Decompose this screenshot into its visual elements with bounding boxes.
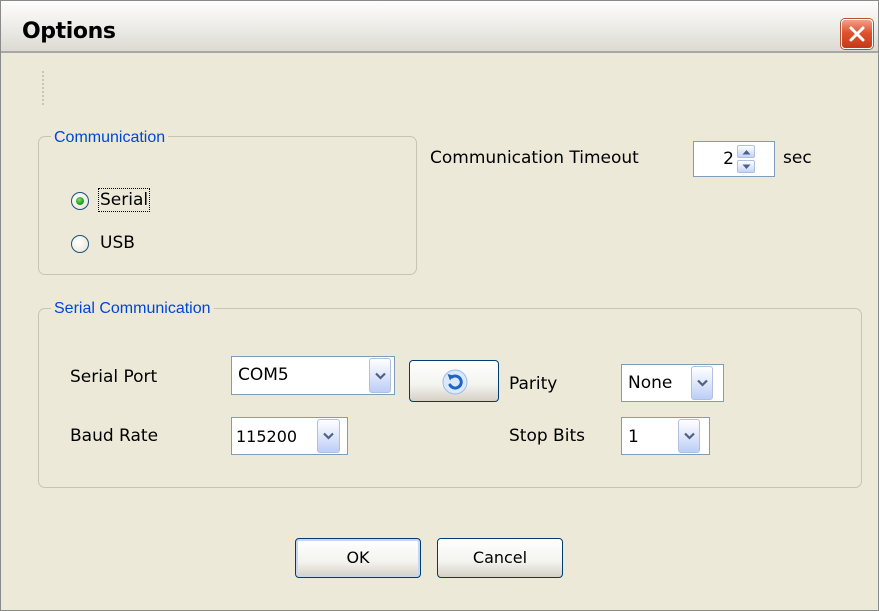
close-icon	[849, 26, 865, 42]
ok-button[interactable]: OK	[295, 538, 421, 578]
serial-port-label: Serial Port	[70, 367, 158, 387]
parity-label: Parity	[509, 374, 558, 394]
baud-rate-dropdown[interactable]: 115200	[231, 417, 348, 455]
timeout-spinner[interactable]: 2	[693, 141, 775, 177]
serial-radio-label[interactable]: Serial	[97, 188, 151, 212]
parity-dropdown-button[interactable]	[691, 366, 713, 400]
chevron-down-icon	[697, 379, 708, 387]
timeout-value[interactable]: 2	[700, 149, 734, 169]
spinner-buttons	[737, 145, 755, 173]
dialog-title: Options	[22, 19, 116, 44]
title-bar[interactable]: Options	[1, 1, 878, 53]
radio-selected-dot	[76, 197, 84, 205]
close-button[interactable]	[841, 19, 873, 49]
baud-rate-value: 115200	[236, 427, 298, 446]
chevron-down-icon	[375, 372, 386, 380]
stop-bits-dropdown[interactable]: 1	[621, 417, 710, 455]
timeout-label: Communication Timeout	[430, 148, 639, 168]
communication-group	[38, 136, 417, 275]
arrow-up-icon	[742, 150, 751, 155]
stop-bits-label: Stop Bits	[509, 426, 585, 446]
serial-port-dropdown-button[interactable]	[369, 358, 391, 393]
usb-radio[interactable]	[71, 235, 89, 253]
cancel-button[interactable]: Cancel	[437, 538, 563, 578]
refresh-ports-button[interactable]	[409, 360, 499, 402]
serial-communication-group-title: Serial Communication	[51, 300, 214, 318]
stop-bits-value: 1	[628, 427, 639, 447]
arrow-down-icon	[742, 164, 751, 169]
refresh-icon	[442, 369, 468, 395]
communication-group-title: Communication	[51, 129, 169, 147]
serial-port-dropdown[interactable]: COM5	[231, 356, 395, 395]
parity-dropdown[interactable]: None	[621, 364, 724, 402]
stop-bits-dropdown-button[interactable]	[678, 419, 700, 453]
spin-up-button[interactable]	[737, 145, 755, 158]
serial-radio[interactable]	[71, 192, 89, 210]
chevron-down-icon	[684, 432, 695, 440]
baud-rate-dropdown-button[interactable]	[317, 419, 340, 453]
usb-radio-label[interactable]: USB	[100, 233, 135, 253]
serial-port-value: COM5	[238, 365, 289, 385]
spin-down-button[interactable]	[737, 160, 755, 173]
parity-value: None	[628, 373, 673, 393]
timeout-unit: sec	[783, 148, 812, 168]
chevron-down-icon	[323, 432, 334, 440]
toolbar-grip	[42, 70, 44, 106]
baud-rate-label: Baud Rate	[70, 426, 159, 446]
options-dialog: Options Communication Serial USB Communi…	[0, 0, 879, 611]
